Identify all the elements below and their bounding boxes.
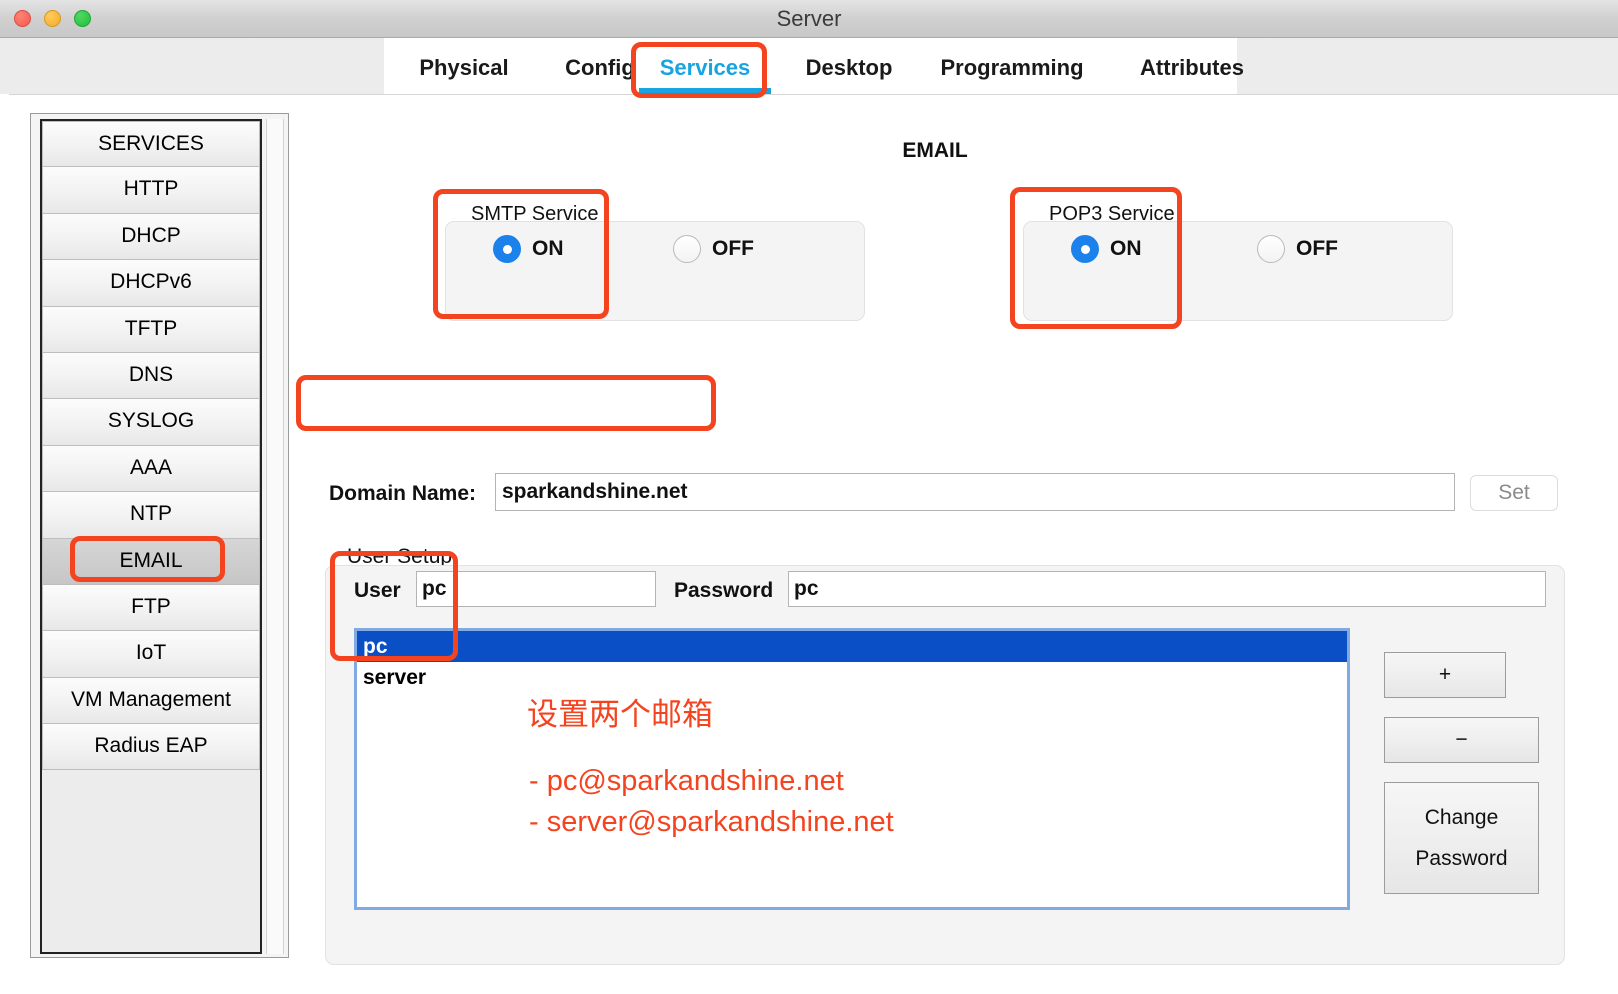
sidebar-item-email[interactable]: EMAIL: [42, 539, 260, 585]
password-input[interactable]: [788, 571, 1546, 607]
annotation-note-line2: - server@sparkandshine.net: [529, 806, 894, 839]
sidebar-item-dhcp[interactable]: DHCP: [42, 214, 260, 260]
annotation-note-cn: 设置两个邮箱: [527, 689, 713, 734]
domain-name-label: Domain Name:: [329, 482, 476, 506]
smtp-off-label: OFF: [712, 237, 754, 261]
services-list: SERVICES HTTP DHCP DHCPv6 TFTP DNS SYSLO…: [40, 119, 262, 954]
domain-name-input[interactable]: [495, 473, 1455, 511]
add-user-button[interactable]: +: [1384, 652, 1506, 698]
smtp-on-radio[interactable]: ON: [493, 235, 564, 263]
pop3-on-radio[interactable]: ON: [1071, 235, 1142, 263]
tab-programming[interactable]: Programming: [912, 38, 1112, 94]
smtp-service-group: SMTP Service ON OFF: [445, 203, 865, 323]
user-list[interactable]: pc server 设置两个邮箱 - pc@sparkandshine.net …: [354, 628, 1350, 910]
pop3-off-label: OFF: [1296, 237, 1338, 261]
sidebar-scrollbar[interactable]: [266, 119, 284, 954]
sidebar-item-syslog[interactable]: SYSLOG: [42, 399, 260, 445]
radio-empty-icon: [673, 235, 701, 263]
sidebar-item-ntp[interactable]: NTP: [42, 492, 260, 538]
pop3-service-group: POP3 Service ON OFF: [1023, 203, 1453, 323]
sidebar-item-ftp[interactable]: FTP: [42, 585, 260, 631]
remove-user-button[interactable]: −: [1384, 717, 1539, 763]
services-sidebar: SERVICES HTTP DHCP DHCPv6 TFTP DNS SYSLO…: [30, 113, 289, 958]
set-button[interactable]: Set: [1470, 475, 1558, 511]
sidebar-item-tftp[interactable]: TFTP: [42, 307, 260, 353]
sidebar-item-aaa[interactable]: AAA: [42, 446, 260, 492]
page-title: EMAIL: [305, 139, 1565, 163]
sidebar-item-services[interactable]: SERVICES: [42, 121, 260, 167]
tab-strip: Physical Config Services Desktop Program…: [0, 38, 1618, 94]
sidebar-item-dns[interactable]: DNS: [42, 353, 260, 399]
user-input[interactable]: [416, 571, 656, 607]
radio-selected-icon: [1071, 235, 1099, 263]
change-password-line2: Password: [1415, 847, 1507, 870]
password-field-label: Password: [674, 579, 773, 603]
pop3-off-radio[interactable]: OFF: [1257, 235, 1338, 263]
radio-empty-icon: [1257, 235, 1285, 263]
smtp-off-radio[interactable]: OFF: [673, 235, 754, 263]
user-field-label: User: [354, 579, 401, 603]
app-window: Server Physical Config Services Desktop …: [0, 0, 1618, 994]
tabs-panel: Physical Config Services Desktop Program…: [384, 38, 1237, 94]
change-password-button[interactable]: Change Password: [1384, 782, 1539, 894]
window-title: Server: [0, 0, 1618, 38]
title-bar: Server: [0, 0, 1618, 38]
list-item[interactable]: pc: [357, 631, 1347, 662]
smtp-on-label: ON: [532, 237, 564, 261]
tab-services[interactable]: Services: [635, 38, 775, 94]
sidebar-item-radius-eap[interactable]: Radius EAP: [42, 724, 260, 770]
tab-physical[interactable]: Physical: [394, 38, 534, 94]
user-setup-box: User Password pc server 设置两个邮箱 - pc@spar…: [325, 565, 1565, 965]
list-item[interactable]: server: [357, 662, 1347, 693]
sidebar-item-dhcpv6[interactable]: DHCPv6: [42, 260, 260, 306]
annotation-note-line1: - pc@sparkandshine.net: [529, 765, 844, 798]
pop3-on-label: ON: [1110, 237, 1142, 261]
radio-selected-icon: [493, 235, 521, 263]
tab-attributes[interactable]: Attributes: [1102, 38, 1282, 94]
email-service-pane: EMAIL SMTP Service ON OFF POP3 Service: [305, 113, 1605, 973]
sidebar-item-vm-management[interactable]: VM Management: [42, 678, 260, 724]
sidebar-item-iot[interactable]: IoT: [42, 631, 260, 677]
tab-desktop[interactable]: Desktop: [779, 38, 919, 94]
content-area: SERVICES HTTP DHCP DHCPv6 TFTP DNS SYSLO…: [9, 94, 1618, 994]
change-password-line1: Change: [1425, 806, 1499, 829]
sidebar-item-http[interactable]: HTTP: [42, 167, 260, 213]
